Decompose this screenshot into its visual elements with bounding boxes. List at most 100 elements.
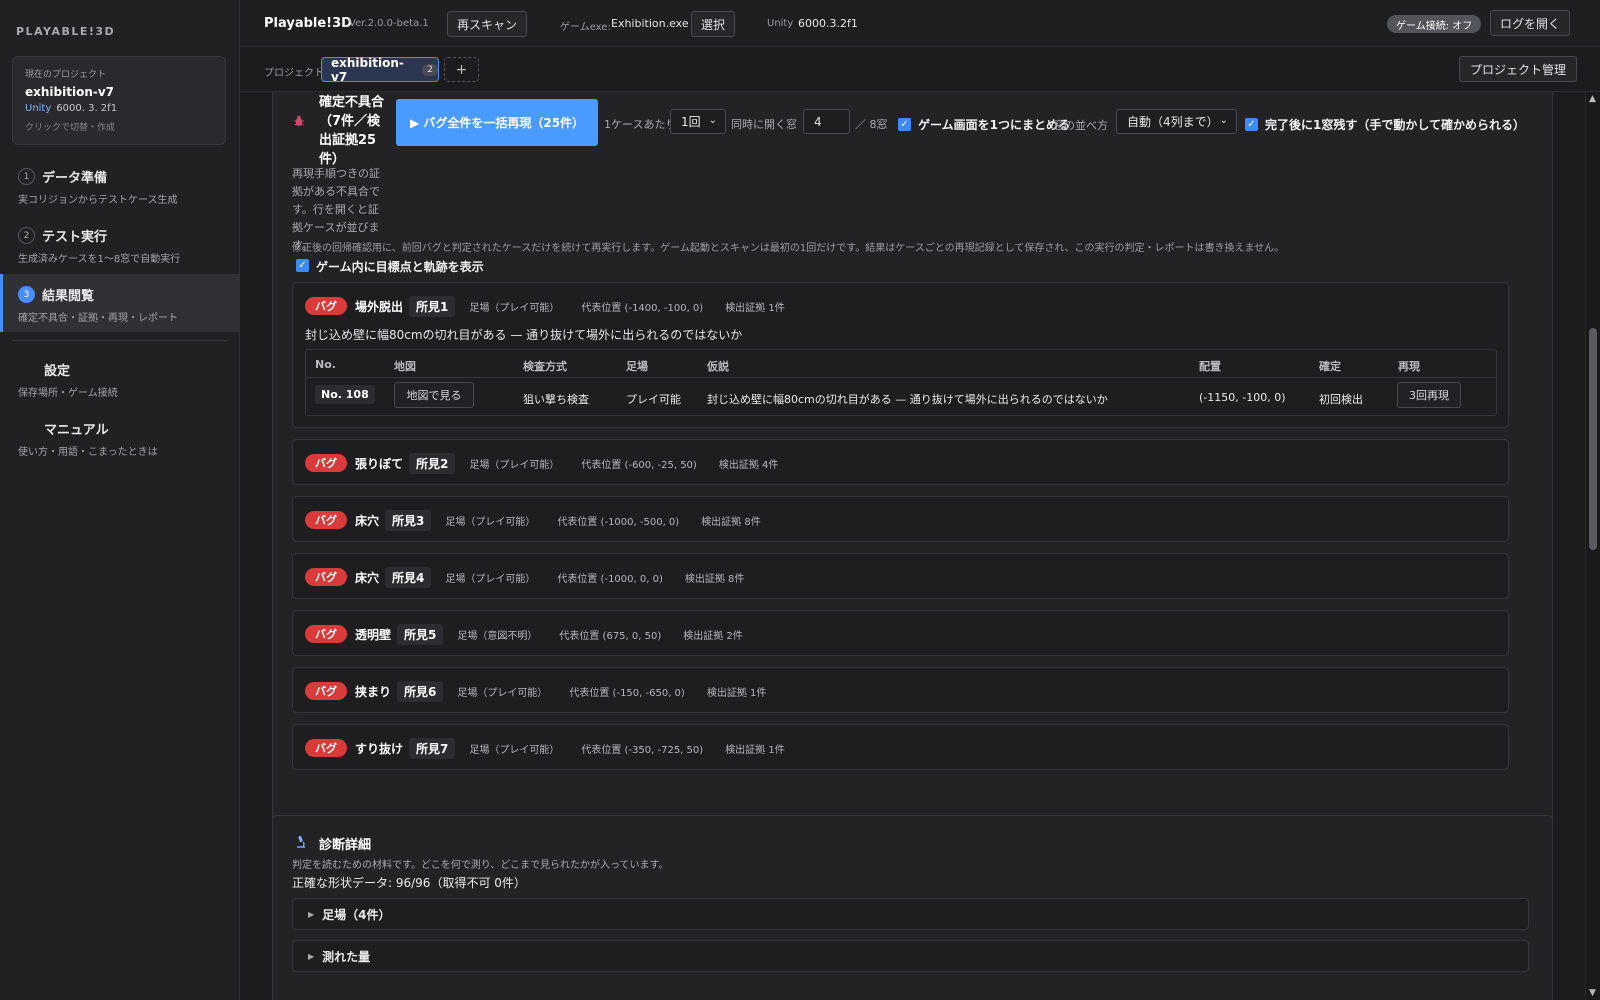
bug-kind: 場外脱出 <box>355 299 404 314</box>
sidebar-item-sub: 確定不具合・証拠・再現・レポート <box>18 313 178 324</box>
bug-kind: 透明壁 <box>355 627 392 642</box>
diagnostics-row-footing[interactable]: ▶ 足場（4件） <box>292 898 1529 930</box>
connection-status-badge: ゲーム接続: オフ <box>1387 15 1482 33</box>
bug-tag: バグ <box>305 568 347 586</box>
bug-card-header[interactable]: バグ 透明壁 所見5 足場（意図不明） 代表位置 (675, 0, 50) 検出… <box>305 623 765 645</box>
bug-card-header[interactable]: バグ 挟まり 所見6 足場（プレイ可能） 代表位置 (-150, -650, 0… <box>305 680 788 702</box>
windows-count-value: 4 <box>814 114 822 129</box>
unity-label: Unity <box>767 18 794 29</box>
sidebar-item-sub: 生成済みケースを1〜8窓で自動実行 <box>18 254 181 265</box>
bug-footing: 足場（プレイ可能） <box>445 573 536 585</box>
per-case-value: 1回 <box>681 115 701 129</box>
bug-card[interactable]: バグ 床穴 所見4 足場（プレイ可能） 代表位置 (-1000, 0, 0) 検… <box>292 553 1509 599</box>
bug-card[interactable]: バグ 透明壁 所見5 足場（意図不明） 代表位置 (675, 0, 50) 検出… <box>292 610 1509 656</box>
bug-card[interactable]: バグ 張りぼて 所見2 足場（プレイ可能） 代表位置 (-600, -25, 5… <box>292 439 1509 485</box>
top-header: Playable!3D Ver.2.0.0-beta.1 再スキャン ゲームex… <box>240 0 1600 47</box>
bug-footing: 足場（プレイ可能） <box>469 459 560 471</box>
bug-tag: バグ <box>305 625 347 643</box>
bug-evidence: 検出証拠 1件 <box>725 302 785 314</box>
sidebar-item-title: 結果閲覧 <box>42 289 95 304</box>
sidebar-item-test-run[interactable]: 2 テスト実行 生成済みケースを1〜8窓で自動実行 <box>0 226 240 265</box>
current-project-card[interactable]: 現在のプロジェクト exhibition-v7 Unity 6000. 3. 2f… <box>12 56 226 145</box>
step-number: 3 <box>18 286 35 303</box>
bug-kind: 挟まり <box>355 684 392 699</box>
column-header: 再現 <box>1398 360 1420 373</box>
rescan-button[interactable]: 再スキャン <box>447 11 527 37</box>
replay-all-bugs-button[interactable]: ▶ バグ全件を一括再現（25件） <box>396 99 598 146</box>
bug-id: 所見2 <box>409 452 456 474</box>
per-case-select[interactable]: 1回 ⌄ <box>670 109 726 134</box>
keep-window-checkbox[interactable]: ✓ <box>1245 118 1258 131</box>
bug-kind: 張りぼて <box>355 456 404 471</box>
scroll-down-icon[interactable]: ▼ <box>1589 988 1596 998</box>
bug-card[interactable]: バグ すり抜け 所見7 足場（プレイ可能） 代表位置 (-350, -725, … <box>292 724 1509 770</box>
per-case-label: 1ケースあたり <box>604 118 677 131</box>
table-cell-footing: プレイ可能 <box>626 393 681 406</box>
diagnostics-panel: 診断詳細 判定を読むための材料です。どこを何で測り、どこまで見られたかが入ってい… <box>272 815 1553 1000</box>
table-cell-confirm: 初回検出 <box>1319 393 1363 406</box>
merge-screens-checkbox[interactable]: ✓ <box>898 118 911 131</box>
main-content: 確定不具合（7件／検出証拠25件） 再現手順つきの証拠がある不具合です。行を開く… <box>240 92 1585 1000</box>
step-number: 1 <box>18 168 35 185</box>
scroll-up-icon[interactable]: ▲ <box>1589 94 1596 104</box>
sidebar-item-settings[interactable]: 設定 保存場所・ゲーム接続 <box>0 360 240 399</box>
unity-label: Unity <box>25 103 52 114</box>
bug-card-expanded[interactable]: バグ 場外脱出 所見1 足場（プレイ可能） 代表位置 (-1400, -100,… <box>292 282 1509 428</box>
bug-evidence: 検出証拠 4件 <box>718 459 779 471</box>
regression-note: 修正後の回帰確認用に、前回バグと判定されたケースだけを続けて再実行します。ゲーム… <box>292 243 1285 254</box>
bug-footing: 足場（プレイ可能） <box>469 744 560 756</box>
replay-button[interactable]: 3回再現 <box>1397 382 1461 408</box>
evidence-table: No. 地図 検査方式 足場 仮説 配置 確定 再現 No. 108 地図で見る… <box>305 349 1497 416</box>
bug-tag: バグ <box>305 454 347 472</box>
column-header: 配置 <box>1199 360 1221 373</box>
sidebar-item-title: データ準備 <box>42 171 108 186</box>
bug-card-header[interactable]: バグ 床穴 所見3 足場（プレイ可能） 代表位置 (-1000, -500, 0… <box>305 509 783 531</box>
select-exe-button[interactable]: 選択 <box>691 11 735 37</box>
chevron-down-icon: ⌄ <box>1219 115 1228 126</box>
main-scrollbar[interactable]: ▲ ▼ <box>1585 92 1600 1000</box>
sidebar-item-title: マニュアル <box>44 423 109 438</box>
project-tab[interactable]: exhibition-v7 2 <box>321 56 439 84</box>
bug-card-header[interactable]: バグ すり抜け 所見7 足場（プレイ可能） 代表位置 (-350, -725, … <box>305 737 807 759</box>
bug-card-header[interactable]: バグ 場外脱出 所見1 足場（プレイ可能） 代表位置 (-1400, -100,… <box>305 295 807 317</box>
project-bar: プロジェクト exhibition-v7 2 + プロジェクト管理 <box>240 47 1600 92</box>
microscope-icon <box>294 835 308 853</box>
windows-label: 同時に開く窓 <box>731 118 797 131</box>
sidebar-item-results[interactable]: 3 結果閲覧 確定不具合・証拠・再現・レポート <box>0 274 240 332</box>
project-name: exhibition-v7 <box>25 85 115 99</box>
project-tab-count: 2 <box>422 63 438 76</box>
project-caption: 現在のプロジェクト <box>25 70 107 80</box>
bug-evidence: 検出証拠 2件 <box>683 630 743 642</box>
bug-card-header[interactable]: バグ 床穴 所見4 足場（プレイ可能） 代表位置 (-1000, 0, 0) 検… <box>305 566 766 588</box>
sidebar-item-data-prep[interactable]: 1 データ準備 実コリジョンからテストケース生成 <box>0 167 240 206</box>
sidebar-item-manual[interactable]: マニュアル 使い方・用語・こまったときは <box>0 419 240 458</box>
column-header: 地図 <box>394 360 416 373</box>
diagnostics-row-measured[interactable]: ▶ 測れた量 <box>292 940 1529 972</box>
sidebar: PLAYABLE!3D 現在のプロジェクト exhibition-v7 Unit… <box>0 0 240 1000</box>
bug-card[interactable]: バグ 挟まり 所見6 足場（プレイ可能） 代表位置 (-150, -650, 0… <box>292 667 1509 713</box>
column-header: 検査方式 <box>523 360 567 373</box>
bug-card-header[interactable]: バグ 張りぼて 所見2 足場（プレイ可能） 代表位置 (-600, -25, 5… <box>305 452 800 474</box>
bug-card[interactable]: バグ 床穴 所見3 足場（プレイ可能） 代表位置 (-1000, -500, 0… <box>292 496 1509 542</box>
sidebar-divider <box>12 340 226 341</box>
arrange-select[interactable]: 自動（4列まで） ⌄ <box>1116 109 1237 134</box>
windows-count-input[interactable]: 4 <box>803 109 850 134</box>
brand-logo: PLAYABLE!3D <box>16 25 116 38</box>
merge-screens-label: ゲーム画面を1つにまとめる <box>918 118 1070 132</box>
column-header: No. <box>315 358 336 371</box>
bug-tag: バグ <box>305 739 347 757</box>
diagnostics-description: 判定を読むための材料です。どこを何で測り、どこまで見られたかが入っています。 <box>292 860 669 871</box>
bug-evidence: 検出証拠 1件 <box>725 744 785 756</box>
open-log-button[interactable]: ログを開く <box>1490 10 1570 36</box>
view-map-button[interactable]: 地図で見る <box>394 382 474 408</box>
scroll-thumb[interactable] <box>1589 328 1597 550</box>
add-project-button[interactable]: + <box>444 57 479 82</box>
diagnostics-row-label: 測れた量 <box>322 949 371 964</box>
caret-right-icon: ▶ <box>308 951 315 961</box>
bug-position: 代表位置 (-150, -650, 0) <box>569 687 685 699</box>
bug-footing: 足場（意図不明） <box>457 630 538 642</box>
table-cell-hypothesis: 封じ込め壁に幅80cmの切れ目がある — 通り抜けて場外に出られるのではないか <box>707 393 1108 406</box>
project-bar-label: プロジェクト <box>264 68 324 79</box>
show-targets-checkbox[interactable]: ✓ <box>296 259 309 272</box>
project-manage-button[interactable]: プロジェクト管理 <box>1459 56 1577 82</box>
